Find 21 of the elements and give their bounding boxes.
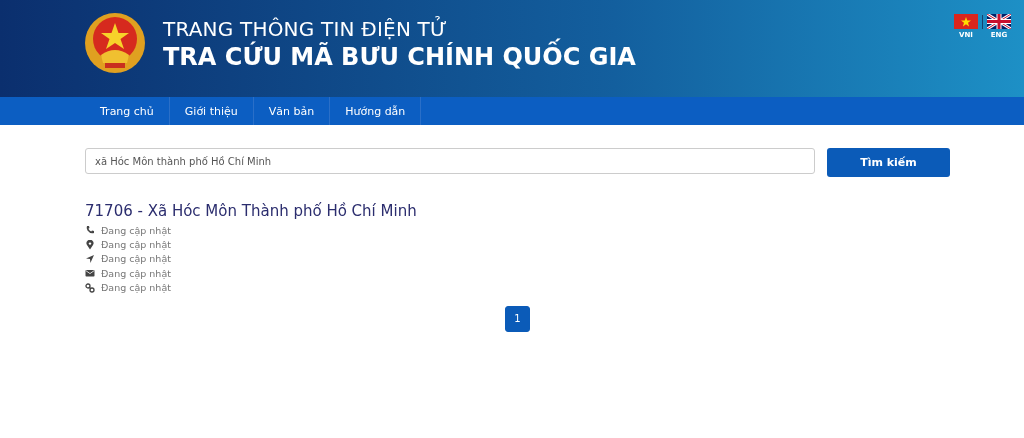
site-subtitle: TRANG THÔNG TIN ĐIỆN TỬ bbox=[163, 16, 449, 41]
detail-text: Đang cập nhật bbox=[101, 267, 171, 279]
nav-link[interactable]: Trang chủ bbox=[85, 97, 170, 125]
envelope-icon bbox=[85, 268, 95, 279]
location-arrow-icon bbox=[85, 253, 95, 264]
nav-link[interactable]: Văn bản bbox=[253, 97, 331, 125]
uk-flag-icon bbox=[987, 14, 1011, 29]
phone-icon bbox=[85, 225, 95, 236]
vietnam-flag-icon bbox=[954, 14, 978, 29]
map-pin-icon bbox=[85, 239, 95, 250]
detail-text: Đang cập nhật bbox=[101, 282, 171, 294]
result-title-link[interactable]: 71706 - Xã Hóc Môn Thành phố Hồ Chí Minh bbox=[85, 202, 417, 220]
link-icon bbox=[85, 282, 95, 293]
nav-link[interactable]: Hướng dẫn bbox=[330, 97, 422, 125]
search-field[interactable]: xã Hóc Môn thành phố Hồ Chí Minh bbox=[85, 148, 815, 174]
nav-link[interactable]: Giới thiệu bbox=[169, 97, 254, 125]
detail-text: Đang cập nhật bbox=[101, 239, 171, 251]
detail-text: Đang cập nhật bbox=[101, 253, 171, 265]
detail-text: Đang cập nhật bbox=[101, 224, 171, 236]
search-button[interactable]: Tìm kiếm bbox=[827, 148, 950, 177]
page-button[interactable]: 1 bbox=[505, 305, 530, 332]
